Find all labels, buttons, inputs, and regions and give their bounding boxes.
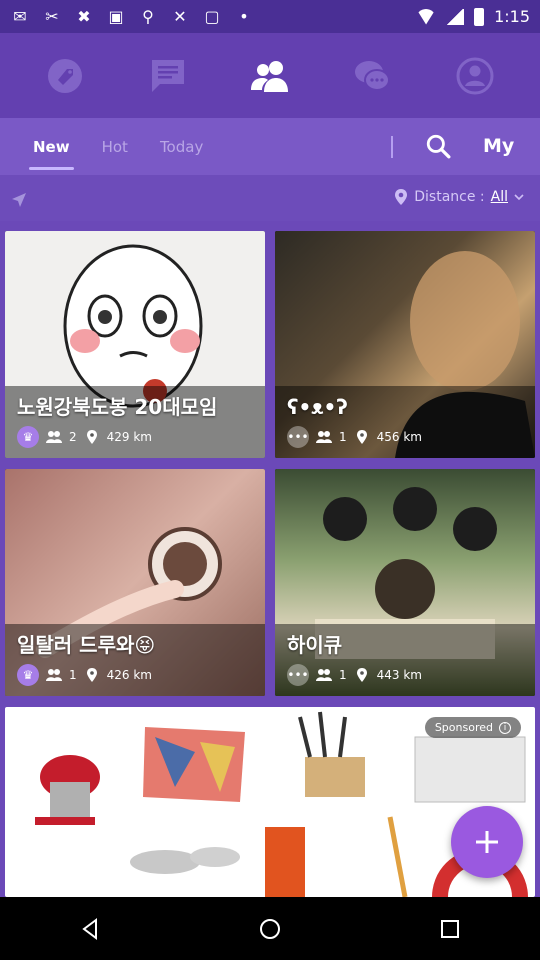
sponsored-label: Sponsored — [434, 721, 493, 734]
sub-tabs: New Hot Today — [0, 118, 540, 175]
group-meta: ♛ 1 426 km — [17, 664, 152, 686]
member-count: 1 — [339, 668, 347, 682]
group-icon — [250, 60, 288, 92]
group-badge-icon: ♛ — [17, 664, 39, 686]
battery-icon — [474, 7, 485, 26]
tab-groups[interactable] — [240, 46, 300, 106]
navigation-arrow-icon[interactable] — [10, 191, 28, 209]
group-title: 하이큐 — [287, 633, 343, 657]
tab-chat[interactable] — [342, 46, 402, 106]
status-time: 1:15 — [494, 7, 530, 26]
group-list: 노원강북도봉 20대모임 ♛ 2 429 km ʕ•ᴥ•ʔ ••• 1 456 … — [0, 221, 540, 897]
screen: ✉ ✂ ✖ ▣ ⚲ ✕ ▢ • 1:15 New Hot Today My Di… — [0, 0, 540, 960]
info-icon: i — [499, 721, 511, 734]
chat-bubbles-icon — [355, 60, 391, 91]
back-icon[interactable] — [78, 917, 102, 941]
group-meta: ••• 1 443 km — [287, 664, 422, 686]
members-icon — [316, 431, 332, 443]
group-badge-icon: ♛ — [17, 426, 39, 448]
tools-icon: ✂ — [45, 6, 59, 26]
group-card[interactable]: 노원강북도봉 20대모임 ♛ 2 429 km — [5, 231, 265, 458]
sponsored-badge[interactable]: Sponsored i — [424, 717, 521, 738]
tools-icon-3: ✕ — [173, 6, 187, 26]
group-card[interactable]: 하이큐 ••• 1 443 km — [275, 469, 535, 696]
more-icon: ••• — [287, 664, 309, 686]
dot-icon: • — [239, 6, 249, 26]
status-notifications: ✉ ✂ ✖ ▣ ⚲ ✕ ▢ • — [10, 6, 254, 26]
system-nav-bar — [0, 897, 540, 960]
distance-filter[interactable]: Distance : All — [394, 188, 524, 206]
members-icon — [46, 669, 62, 681]
search-button[interactable] — [420, 128, 456, 164]
sms-icon: ✉ — [13, 6, 27, 26]
location-pin-icon — [356, 430, 367, 444]
distance-label: Distance : — [414, 189, 485, 205]
plus-icon — [476, 831, 498, 853]
tools-icon-2: ✖ — [77, 6, 91, 26]
members-icon — [316, 669, 332, 681]
group-distance: 429 km — [106, 430, 152, 444]
group-card[interactable]: 일탈러 드루와😝 ♛ 1 426 km — [5, 469, 265, 696]
group-distance: 426 km — [106, 668, 152, 682]
location-pin-icon — [356, 668, 367, 682]
location-pin-icon — [395, 189, 408, 205]
profile-icon — [456, 57, 494, 94]
member-count: 1 — [69, 668, 77, 682]
signal-icon — [446, 8, 465, 25]
location-pin-icon — [86, 430, 97, 444]
recents-icon[interactable] — [438, 917, 462, 941]
status-system: 1:15 — [416, 7, 530, 26]
tab-new[interactable]: New — [29, 118, 74, 175]
chevron-down-icon — [514, 194, 524, 201]
members-icon — [46, 431, 62, 443]
image-icon-2: ▢ — [204, 6, 220, 26]
home-icon[interactable] — [258, 917, 282, 941]
member-count: 1 — [339, 430, 347, 444]
tab-hot[interactable]: Hot — [102, 118, 128, 175]
sub-tabs-divider — [391, 136, 393, 158]
wifi-icon — [416, 8, 437, 25]
tab-tag[interactable] — [35, 46, 95, 106]
search-icon — [426, 134, 451, 159]
distance-value: All — [490, 189, 508, 205]
add-group-button[interactable] — [451, 806, 523, 878]
message-icon — [151, 59, 184, 92]
my-button[interactable]: My — [483, 126, 514, 166]
group-title: 노원강북도봉 20대모임 — [17, 395, 218, 419]
group-meta: ••• 1 456 km — [287, 426, 422, 448]
sponsored-ad[interactable]: Sponsored i — [5, 707, 535, 897]
tab-messages[interactable] — [138, 46, 198, 106]
group-distance: 456 km — [376, 430, 422, 444]
group-title: ʕ•ᴥ•ʔ — [287, 395, 348, 419]
top-tabs — [0, 33, 540, 118]
tab-profile[interactable] — [445, 46, 505, 106]
tab-today[interactable]: Today — [160, 118, 203, 175]
tag-icon — [48, 58, 83, 93]
group-card[interactable]: ʕ•ᴥ•ʔ ••• 1 456 km — [275, 231, 535, 458]
more-icon: ••• — [287, 426, 309, 448]
group-title: 일탈러 드루와😝 — [17, 633, 156, 657]
member-count: 2 — [69, 430, 77, 444]
group-meta: ♛ 2 429 km — [17, 426, 152, 448]
status-bar: ✉ ✂ ✖ ▣ ⚲ ✕ ▢ • 1:15 — [0, 0, 540, 33]
pin-icon: ⚲ — [142, 6, 154, 26]
group-distance: 443 km — [376, 668, 422, 682]
image-icon: ▣ — [108, 6, 124, 26]
location-pin-icon — [86, 668, 97, 682]
